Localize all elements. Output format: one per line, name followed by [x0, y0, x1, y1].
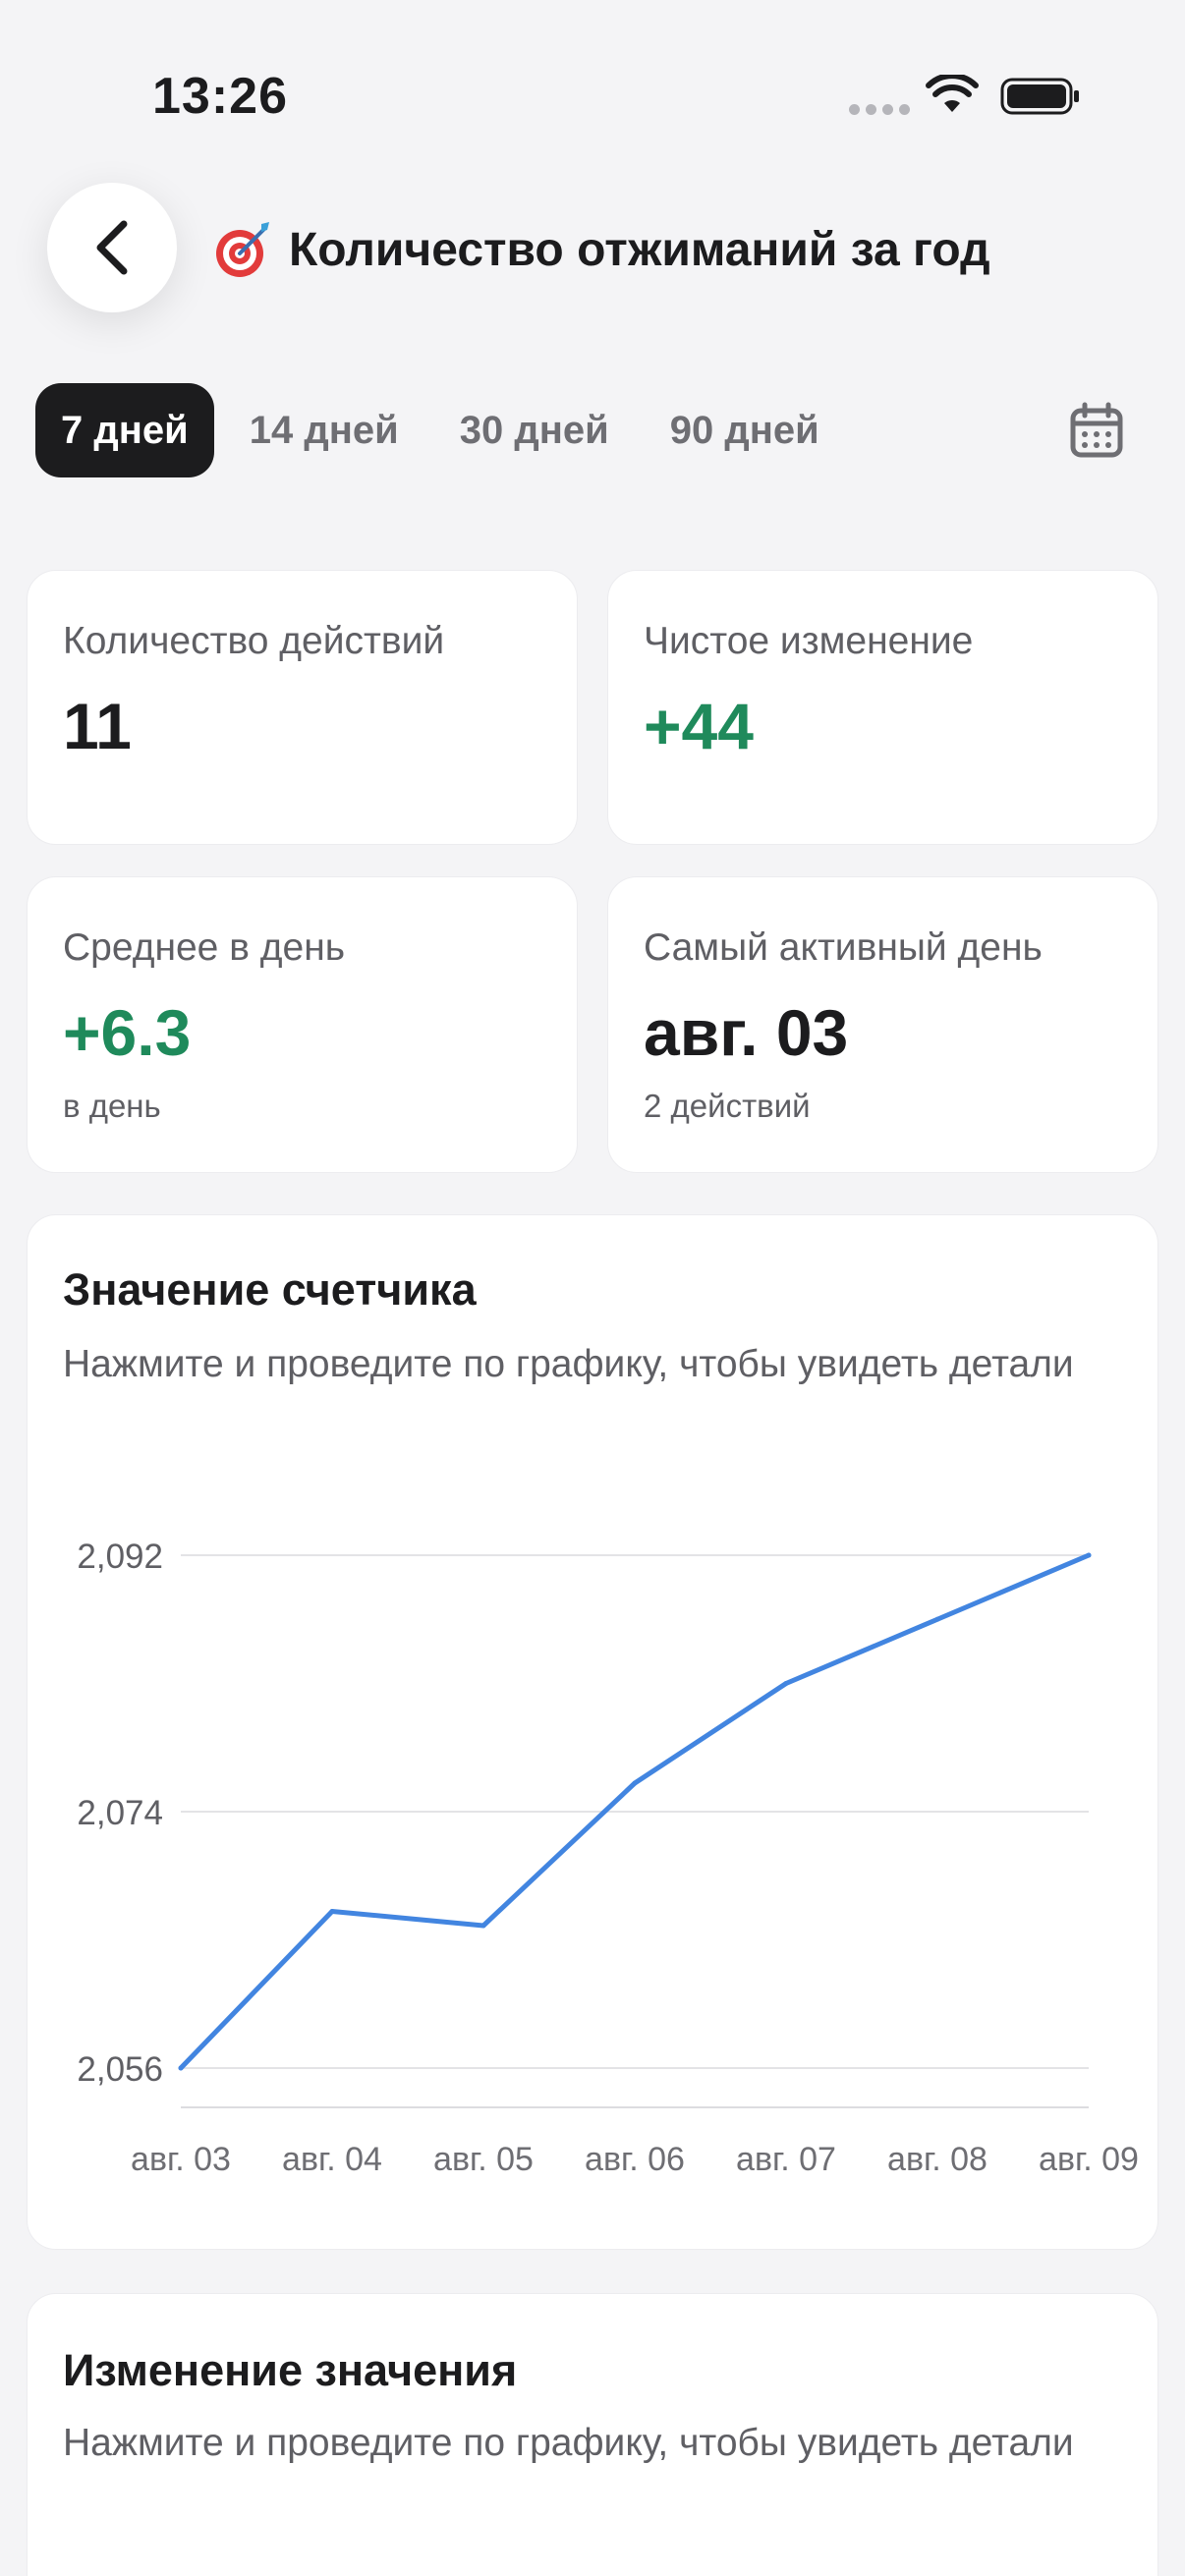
range-tabs: 7 дней 14 дней 30 дней 90 дней: [35, 383, 855, 477]
stat-subtitle: 2 действий: [644, 1088, 811, 1124]
stat-value: 11: [63, 690, 132, 762]
status-bar: 13:26: [0, 0, 1185, 187]
back-button[interactable]: [47, 183, 177, 312]
x-tick-label: авг. 08: [887, 2141, 988, 2178]
x-tick-label: авг. 04: [282, 2141, 382, 2178]
y-tick-label: 2,092: [77, 1538, 163, 1576]
data-point: [783, 1681, 789, 1686]
cellular-signal-icon: [849, 104, 910, 115]
screen: 13:26 Количество отжиманий за год 7 дней…: [0, 0, 1185, 2576]
tab-7-days[interactable]: 7 дней: [35, 383, 214, 477]
change-chart-card: Изменение значения Нажмите и проведите п…: [27, 2293, 1158, 2576]
data-point: [480, 1923, 486, 1929]
stat-card-actions: Количество действий 11: [27, 570, 578, 845]
x-tick-label: авг. 05: [433, 2141, 534, 2178]
calendar-icon: [1070, 402, 1123, 458]
dart-target-icon: [216, 222, 269, 277]
data-point: [1086, 1552, 1092, 1558]
stat-label: Чистое изменение: [644, 620, 974, 662]
stat-card-most-active: Самый активный день авг. 03 2 действий: [607, 876, 1158, 1173]
calendar-button[interactable]: [1061, 393, 1132, 468]
page-title: Количество отжиманий за год: [289, 223, 990, 276]
tab-14-days[interactable]: 14 дней: [224, 383, 424, 477]
x-tick-label: авг. 09: [1039, 2141, 1139, 2178]
counter-line-chart[interactable]: 2,092 2,074 2,056 авг. 03 авг. 04 авг. 05 авг.…: [28, 1215, 1159, 2251]
x-tick-label: авг. 03: [131, 2141, 231, 2178]
chart-hint: Нажмите и проведите по графику, чтобы ув…: [63, 2422, 1074, 2464]
data-point: [632, 1780, 638, 1786]
stat-value: авг. 03: [644, 996, 849, 1069]
stat-card-average: Среднее в день +6.3 в день: [27, 876, 578, 1173]
y-tick-label: 2,056: [77, 2050, 163, 2089]
data-point: [178, 2065, 184, 2071]
stat-card-net-change: Чистое изменение +44: [607, 570, 1158, 845]
stat-value: +6.3: [63, 996, 192, 1069]
chevron-left-icon: [96, 220, 128, 275]
y-tick-label: 2,074: [77, 1794, 163, 1832]
stat-subtitle: в день: [63, 1088, 161, 1124]
data-point: [329, 1909, 335, 1914]
tab-30-days[interactable]: 30 дней: [434, 383, 635, 477]
page-header: Количество отжиманий за год: [212, 218, 990, 281]
x-tick-label: авг. 06: [585, 2141, 685, 2178]
x-tick-label: авг. 07: [736, 2141, 836, 2178]
status-time: 13:26: [152, 68, 288, 125]
tab-90-days[interactable]: 90 дней: [645, 383, 845, 477]
counter-chart-card: Значение счетчика Нажмите и проведите по…: [27, 1214, 1158, 2250]
stat-label: Количество действий: [63, 620, 445, 662]
wifi-icon: [926, 75, 979, 112]
battery-icon: [1000, 78, 1079, 115]
chart-title: Изменение значения: [63, 2345, 518, 2395]
stat-label: Среднее в день: [63, 926, 346, 969]
stat-label: Самый активный день: [644, 926, 1043, 969]
stat-value: +44: [644, 690, 754, 762]
data-point: [934, 1616, 940, 1622]
